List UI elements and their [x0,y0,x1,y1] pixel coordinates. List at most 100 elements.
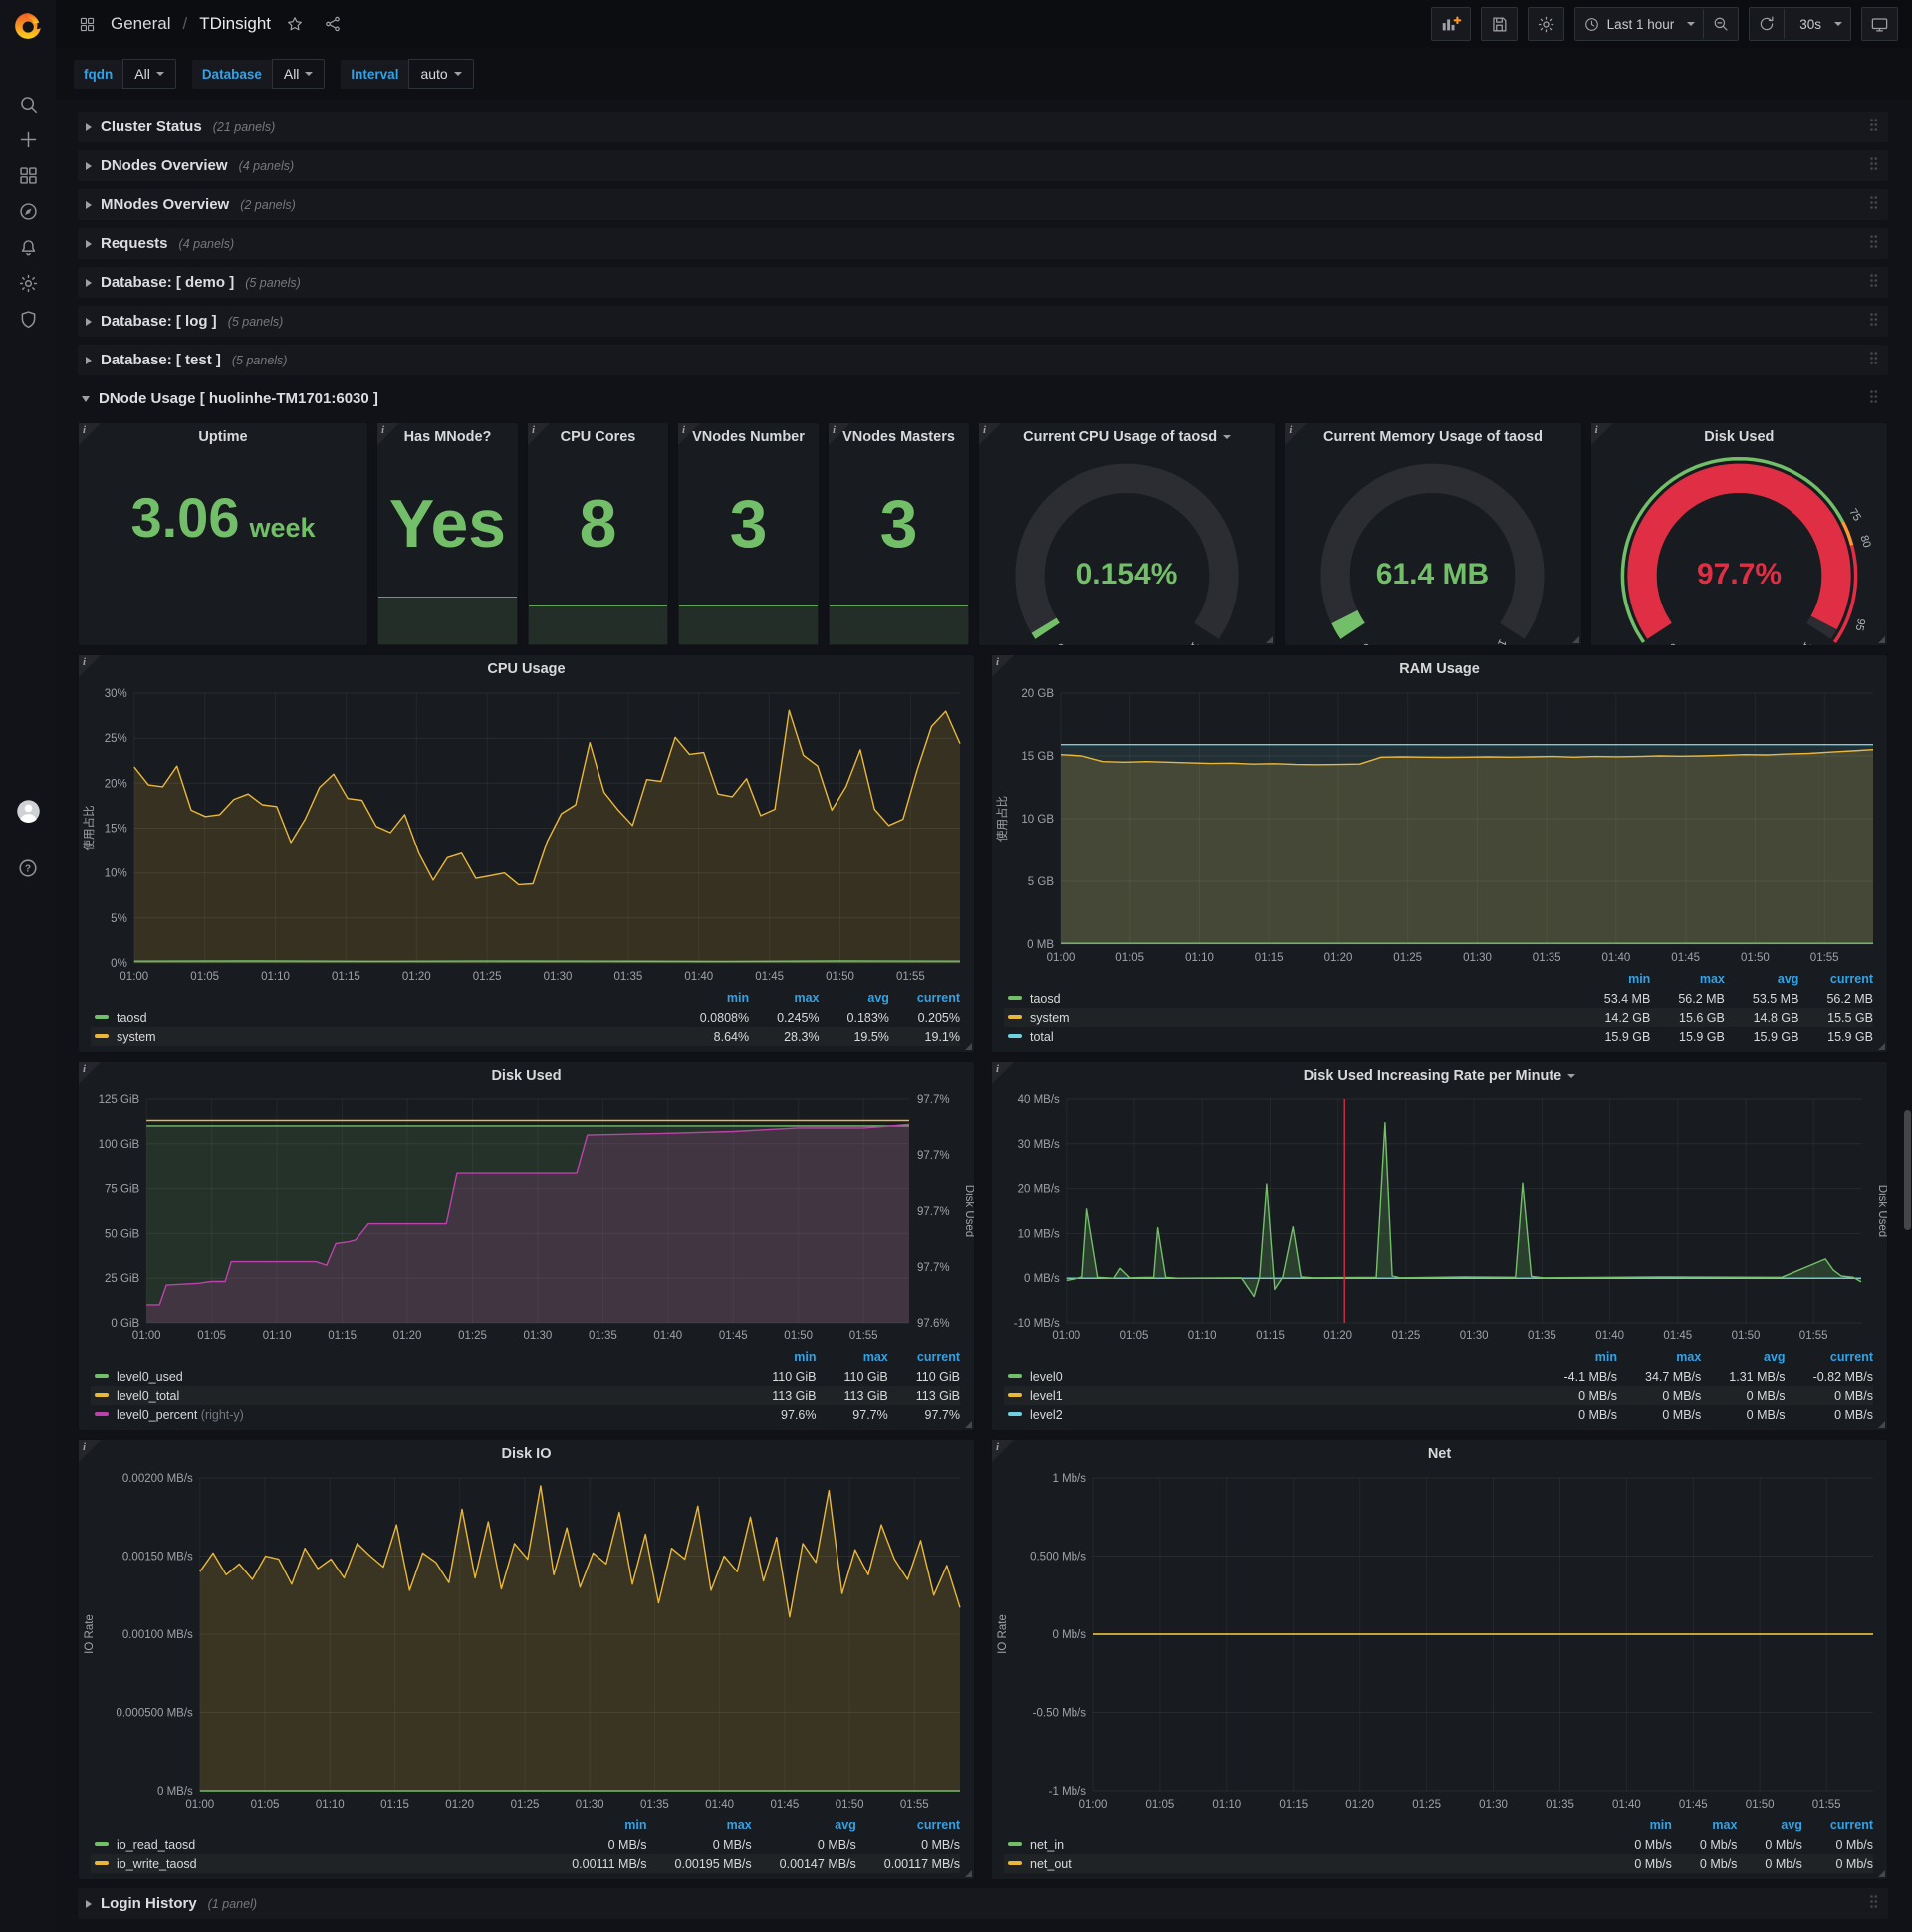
legend-column-header[interactable]: max [1617,1348,1701,1367]
legend-series-toggle[interactable]: net_in [1004,1835,1606,1854]
legend-column-header[interactable]: max [817,1348,888,1367]
variable-select-interval[interactable]: auto [408,59,474,89]
row-title[interactable]: DNode Usage [ huolinhe-TM1701:6030 ] [99,390,378,407]
panel-info-icon[interactable]: i [979,423,1001,445]
panel-info-icon[interactable]: i [79,423,101,445]
panel-resize-handle[interactable] [1878,1421,1885,1428]
row-drag-handle[interactable] [1869,351,1878,370]
panel-title[interactable]: Current CPU Usage of taosd [979,423,1275,451]
panel-resize-handle[interactable] [1571,636,1579,643]
refresh-interval-select[interactable]: 30s [1785,9,1850,39]
breadcrumb-folder[interactable]: General [111,14,170,34]
legend-column-header[interactable]: current [888,1348,960,1367]
legend-column-header[interactable]: avg [1737,1816,1802,1835]
help-icon[interactable]: ? [8,850,48,886]
refresh-button[interactable] [1750,9,1784,39]
chart-plot-area[interactable]: 0 MB/s 0.000500 MB/s 0.00100 MB/s 0.00150 M… [79,1468,974,1814]
panel-info-icon[interactable]: i [528,423,550,445]
legend-column-header[interactable]: current [1802,1816,1873,1835]
panel-info-icon[interactable]: i [678,423,700,445]
chart-plot-area[interactable]: -1 Mb/s -0.50 Mb/s 0 Mb/s 0.500 Mb/s 1 Mb/s 0… [992,1468,1887,1814]
create-plus-icon[interactable] [8,121,48,157]
legend-column-header[interactable]: current [1786,1348,1873,1367]
dashboard-row-header[interactable]: Requests (4 panels) [78,228,1888,259]
legend-column-header[interactable]: min [1576,970,1650,989]
legend-series-toggle[interactable]: level1 [1004,1386,1537,1405]
page-scrollbar[interactable] [1904,1110,1911,1230]
legend-column-header[interactable]: min [544,1816,646,1835]
dashboard-row-header[interactable]: MNodes Overview (2 panels) [78,189,1888,220]
legend-series-toggle[interactable]: level0 [1004,1367,1537,1386]
legend-column-header[interactable]: current [889,989,960,1008]
dashboard-row-header[interactable]: Database: [ test ] (5 panels) [78,345,1888,375]
panel-title[interactable]: RAM Usage [992,655,1887,683]
variable-select-database[interactable]: All [271,59,326,89]
panel-resize-handle[interactable] [1878,1043,1885,1050]
panel-title[interactable]: Disk Used [1591,423,1887,451]
legend-column-header[interactable]: current [856,1816,960,1835]
row-title[interactable]: Login History [101,1895,197,1912]
legend-series-toggle[interactable]: io_write_taosd [91,1854,544,1873]
save-dashboard-button[interactable] [1480,7,1518,41]
grafana-logo-icon[interactable] [8,8,48,44]
admin-shield-icon[interactable] [8,301,48,337]
row-title[interactable]: Database: [ test ] [101,352,221,368]
row-drag-handle[interactable] [1869,273,1878,293]
alerting-bell-icon[interactable] [8,229,48,265]
legend-series-toggle[interactable]: system [91,1027,672,1046]
panel-info-icon[interactable]: i [992,1440,1014,1462]
dashboard-row-header[interactable]: DNodes Overview (4 panels) [78,150,1888,181]
configuration-gear-icon[interactable] [8,265,48,301]
chart-plot-area[interactable]: -10 MB/s 0 MB/s 10 MB/s 20 MB/s 30 MB/s 40 MB… [992,1089,1887,1346]
legend-series-toggle[interactable]: level0_percent (right-y) [91,1405,744,1424]
legend-column-header[interactable]: avg [1701,1348,1786,1367]
row-drag-handle[interactable] [1869,118,1878,137]
panel-info-icon[interactable]: i [992,655,1014,677]
panel-info-icon[interactable]: i [79,1440,101,1462]
panel-title[interactable]: Current Memory Usage of taosd [1285,423,1580,451]
legend-column-header[interactable]: avg [1725,970,1799,989]
chart-plot-area[interactable]: 0% 5% 10% 15% 20% 25% 30% 01:00 01:05 01:10 01:15 0… [79,683,974,987]
legend-column-header[interactable]: min [672,989,749,1008]
variable-select-fqdn[interactable]: All [122,59,176,89]
legend-series-toggle[interactable]: io_read_taosd [91,1835,544,1854]
panel-info-icon[interactable]: i [1590,423,1613,445]
dashboard-settings-button[interactable] [1527,7,1564,41]
time-range-picker[interactable]: Last 1 hour [1575,9,1704,39]
row-drag-handle[interactable] [1869,156,1878,176]
explore-compass-icon[interactable] [8,193,48,229]
legend-series-toggle[interactable]: taosd [1004,989,1576,1008]
legend-series-toggle[interactable]: net_out [1004,1854,1606,1873]
cycle-view-mode-button[interactable] [1861,7,1898,41]
panel-title[interactable]: Uptime [79,423,367,451]
chart-plot-area[interactable]: 0 MB 5 GB 10 GB 15 GB 20 GB 01:00 01:05 01:10 01… [992,683,1887,968]
dashboard-row-header[interactable]: Database: [ log ] (5 panels) [78,306,1888,337]
dashboard-row-header[interactable]: Login History (1 panel) [78,1888,1888,1919]
row-drag-handle[interactable] [1869,312,1878,332]
panel-title[interactable]: Disk IO [79,1440,974,1468]
panel-resize-handle[interactable] [965,1870,972,1877]
legend-column-header[interactable]: avg [752,1816,856,1835]
search-icon[interactable] [8,86,48,121]
panel-info-icon[interactable]: i [377,423,399,445]
user-avatar[interactable] [8,793,48,829]
row-title[interactable]: MNodes Overview [101,196,229,213]
legend-series-toggle[interactable]: taosd [91,1008,672,1027]
row-title[interactable]: Cluster Status [101,119,202,135]
legend-series-toggle[interactable]: level0_used [91,1367,744,1386]
row-title[interactable]: Database: [ log ] [101,313,217,330]
dashboards-icon[interactable] [8,157,48,193]
legend-column-header[interactable]: max [749,989,819,1008]
legend-column-header[interactable]: max [1672,1816,1737,1835]
row-drag-handle[interactable] [1869,1894,1878,1914]
panel-resize-handle[interactable] [1266,636,1274,643]
legend-series-toggle[interactable]: level0_total [91,1386,744,1405]
panel-info-icon[interactable]: i [79,1062,101,1084]
legend-column-header[interactable]: min [1606,1816,1672,1835]
dashboard-row-header[interactable]: Database: [ demo ] (5 panels) [78,267,1888,298]
star-icon[interactable] [281,15,309,33]
panel-resize-handle[interactable] [1878,1870,1885,1877]
row-drag-handle[interactable] [1869,195,1878,215]
legend-column-header[interactable]: min [744,1348,816,1367]
dashboard-row-header[interactable]: Cluster Status (21 panels) [78,112,1888,142]
